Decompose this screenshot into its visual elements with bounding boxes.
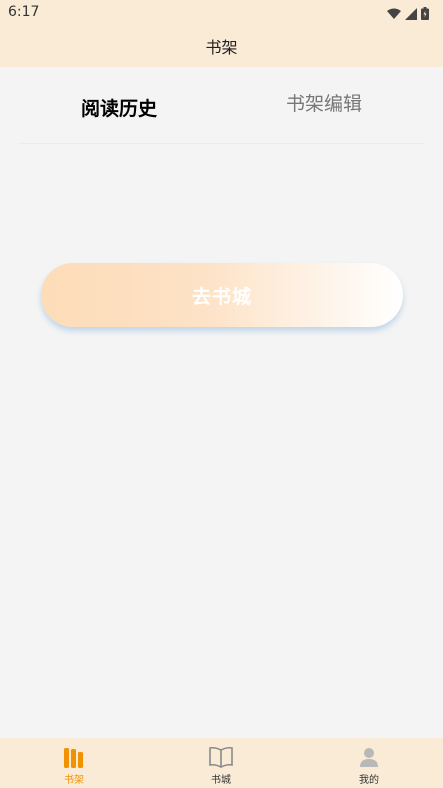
go-to-bookstore-button[interactable]: 去书城 [41, 263, 403, 327]
nav-item-bookshelf[interactable]: 书架 [34, 738, 114, 788]
battery-icon [421, 5, 429, 24]
signal-icon [405, 5, 417, 24]
bottom-nav: 书架 书城 我的 [0, 738, 443, 788]
tab-reading-history[interactable]: 阅读历史 [81, 94, 157, 121]
page-title: 书架 [205, 37, 238, 57]
wifi-icon [387, 5, 401, 24]
nav-label-bookshelf: 书架 [64, 775, 84, 786]
book-open-icon [208, 745, 234, 769]
tab-shelf-edit[interactable]: 书架编辑 [286, 89, 362, 116]
tab-bar: 阅读历史 书架编辑 [0, 67, 443, 143]
nav-label-mine: 我的 [359, 775, 379, 786]
header: 书架 [0, 24, 443, 67]
status-icons [387, 5, 429, 24]
bookshelf-icon [61, 745, 87, 769]
tab-divider [18, 143, 425, 144]
nav-item-mine[interactable]: 我的 [329, 738, 409, 788]
status-bar: 6:17 [0, 0, 443, 24]
nav-item-bookstore[interactable]: 书城 [181, 738, 261, 788]
nav-label-bookstore: 书城 [211, 775, 231, 786]
person-icon [356, 745, 382, 769]
go-to-bookstore-label: 去书城 [191, 285, 252, 308]
status-time: 6:17 [8, 4, 40, 20]
